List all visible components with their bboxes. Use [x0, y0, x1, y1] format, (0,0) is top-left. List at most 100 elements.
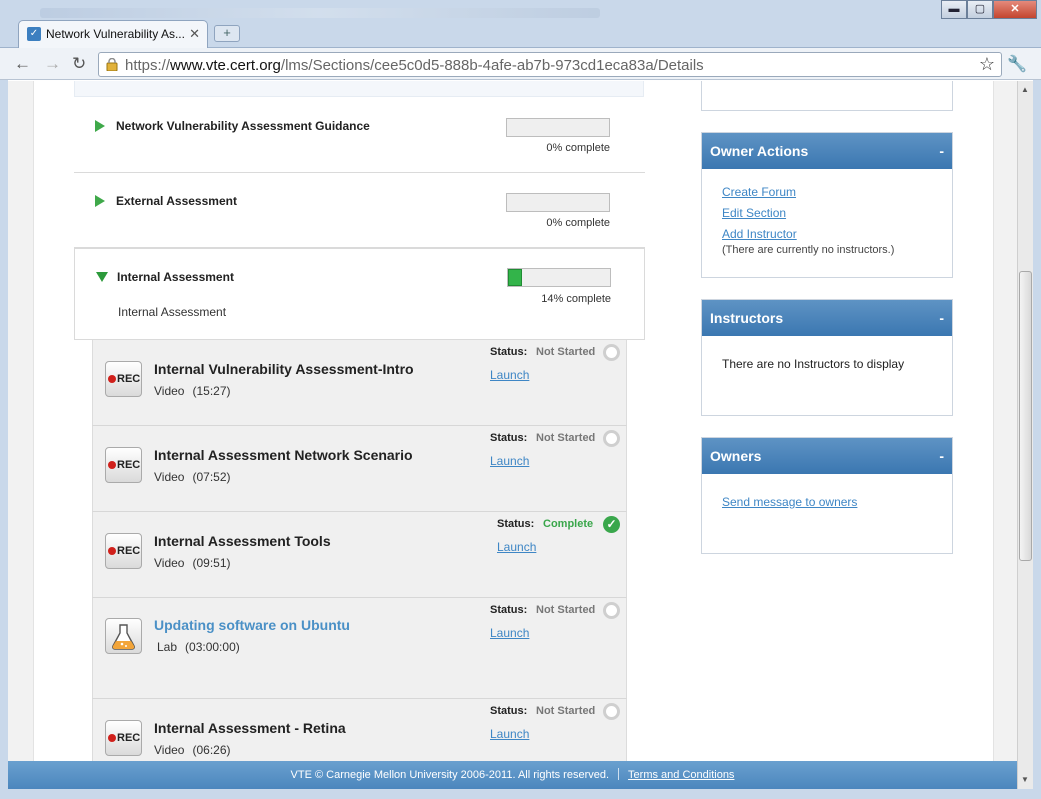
progress-fill [508, 269, 523, 286]
status-label: Status: [497, 518, 535, 530]
owners-panel: Owners - Send message to owners [701, 437, 953, 554]
reload-icon[interactable]: ↻ [72, 54, 86, 74]
module-progress-bar [506, 118, 610, 137]
vertical-scrollbar[interactable]: ▲ ▼ [1017, 81, 1033, 789]
add-instructor-link[interactable]: Add Instructor [722, 227, 797, 241]
item-title: Internal Vulnerability Assessment-Intro [154, 361, 414, 377]
expand-arrow-icon[interactable] [95, 120, 105, 132]
page-gutter-left [8, 81, 34, 789]
back-arrow-icon[interactable]: ← [14, 54, 31, 74]
panel-header: Instructors - [702, 300, 952, 336]
item-duration: (06:26) [192, 743, 231, 757]
launch-link[interactable]: Launch [497, 540, 536, 554]
collapse-toggle[interactable]: - [939, 300, 944, 336]
item-duration: (09:51) [192, 556, 231, 570]
edit-section-link[interactable]: Edit Section [722, 206, 786, 220]
window-controls: ▬ ▢ ✕ [941, 0, 1037, 20]
flask-icon [112, 624, 135, 650]
panel-above-remnant [701, 81, 953, 111]
address-bar[interactable]: https://www.vte.cert.org/lms/Sections/ce… [98, 52, 1002, 77]
status-label: Status: [490, 705, 528, 717]
list-item: REC Internal Vulnerability Assessment-In… [92, 340, 627, 426]
not-started-icon [603, 430, 620, 447]
module-external-assessment[interactable]: External Assessment 0% complete [74, 173, 645, 248]
launch-link[interactable]: Launch [490, 727, 529, 741]
instructors-panel: Instructors - There are no Instructors to… [701, 299, 953, 416]
window-frame-left [0, 80, 8, 799]
wrench-menu-icon[interactable]: 🔧 [1007, 54, 1027, 74]
module-title[interactable]: Internal Assessment [117, 270, 234, 284]
item-meta: Video (15:27) [154, 384, 239, 398]
item-duration: (15:27) [192, 384, 231, 398]
blurred-title-text [40, 8, 600, 18]
copyright-text: VTE © Carnegie Mellon University 2006-20… [290, 769, 610, 781]
rec-video-icon: REC [105, 361, 142, 397]
launch-link[interactable]: Launch [490, 454, 529, 468]
item-meta: Video (07:52) [154, 470, 239, 484]
minimize-button[interactable]: ▬ [941, 0, 967, 19]
module-internal-assessment[interactable]: Internal Assessment 14% complete Interna… [74, 248, 645, 340]
status-value: Not Started [536, 604, 596, 616]
module-progress-bar [507, 268, 611, 287]
module-progress-text: 14% complete [541, 293, 611, 305]
rec-video-icon: REC [105, 447, 142, 483]
scroll-thumb[interactable] [1019, 271, 1032, 561]
create-forum-link[interactable]: Create Forum [722, 185, 796, 199]
module-network-vulnerability-guidance[interactable]: Network Vulnerability Assessment Guidanc… [74, 97, 645, 173]
forward-arrow-icon[interactable]: → [44, 54, 61, 74]
item-title-link[interactable]: Updating software on Ubuntu [154, 617, 350, 633]
browser-toolbar: ← → ↻ https://www.vte.cert.org/lms/Secti… [0, 48, 1041, 80]
list-item: Updating software on Ubuntu Lab (03:00:00… [92, 598, 627, 699]
terms-link[interactable]: Terms and Conditions [628, 769, 734, 781]
lab-flask-icon [105, 618, 142, 654]
bookmark-star-icon[interactable]: ☆ [979, 54, 995, 75]
item-meta: Lab (03:00:00) [157, 640, 248, 654]
scroll-down-arrow-icon[interactable]: ▼ [1021, 775, 1029, 784]
item-meta: Video (06:26) [154, 743, 239, 757]
panel-header: Owners - [702, 438, 952, 474]
item-type: Lab [157, 640, 178, 654]
owner-actions-panel: Owner Actions - Create Forum Edit Section… [701, 132, 953, 278]
item-type: Video [154, 384, 185, 398]
item-type: Video [154, 743, 185, 757]
status-value: Not Started [536, 432, 596, 444]
page-gutter-right [993, 81, 1017, 789]
collapse-toggle[interactable]: - [939, 438, 944, 474]
item-type: Video [154, 470, 185, 484]
item-duration: (03:00:00) [185, 640, 240, 654]
panel-header: Owner Actions - [702, 133, 952, 169]
panel-title: Instructors [710, 310, 784, 326]
lock-icon [106, 58, 118, 71]
url-text: https://www.vte.cert.org/lms/Sections/ce… [125, 57, 704, 74]
scroll-up-arrow-icon[interactable]: ▲ [1021, 85, 1029, 94]
browser-tab[interactable]: ✓ Network Vulnerability As... ✕ [18, 20, 208, 48]
tab-close-icon[interactable]: ✕ [189, 26, 200, 42]
expand-arrow-icon[interactable] [95, 195, 105, 207]
item-title: Internal Assessment - Retina [154, 720, 346, 736]
item-meta: Video (09:51) [154, 556, 239, 570]
collapse-arrow-icon[interactable] [96, 272, 108, 282]
collapse-toggle[interactable]: - [939, 133, 944, 169]
module-title[interactable]: External Assessment [116, 194, 237, 208]
not-started-icon [603, 344, 620, 361]
no-instructors-note: (There are currently no instructors.) [722, 244, 895, 256]
not-started-icon [603, 602, 620, 619]
status-value: Not Started [536, 346, 596, 358]
item-duration: (07:52) [192, 470, 231, 484]
status-label: Status: [490, 432, 528, 444]
launch-link[interactable]: Launch [490, 368, 529, 382]
not-started-icon [603, 703, 620, 720]
maximize-button[interactable]: ▢ [967, 0, 993, 19]
send-message-owners-link[interactable]: Send message to owners [722, 495, 857, 509]
module-subtitle: Internal Assessment [118, 305, 227, 319]
module-title[interactable]: Network Vulnerability Assessment Guidanc… [116, 119, 370, 133]
status-value: Complete [543, 518, 594, 530]
section-header-remnant [74, 81, 644, 97]
list-item: REC Internal Assessment Network Scenario… [92, 426, 627, 512]
close-window-button[interactable]: ✕ [993, 0, 1037, 19]
launch-link[interactable]: Launch [490, 626, 529, 640]
new-tab-button[interactable]: + [214, 25, 240, 42]
tab-title: Network Vulnerability As... [46, 27, 185, 41]
status-label: Status: [490, 346, 528, 358]
module-progress-text: 0% complete [546, 142, 610, 154]
